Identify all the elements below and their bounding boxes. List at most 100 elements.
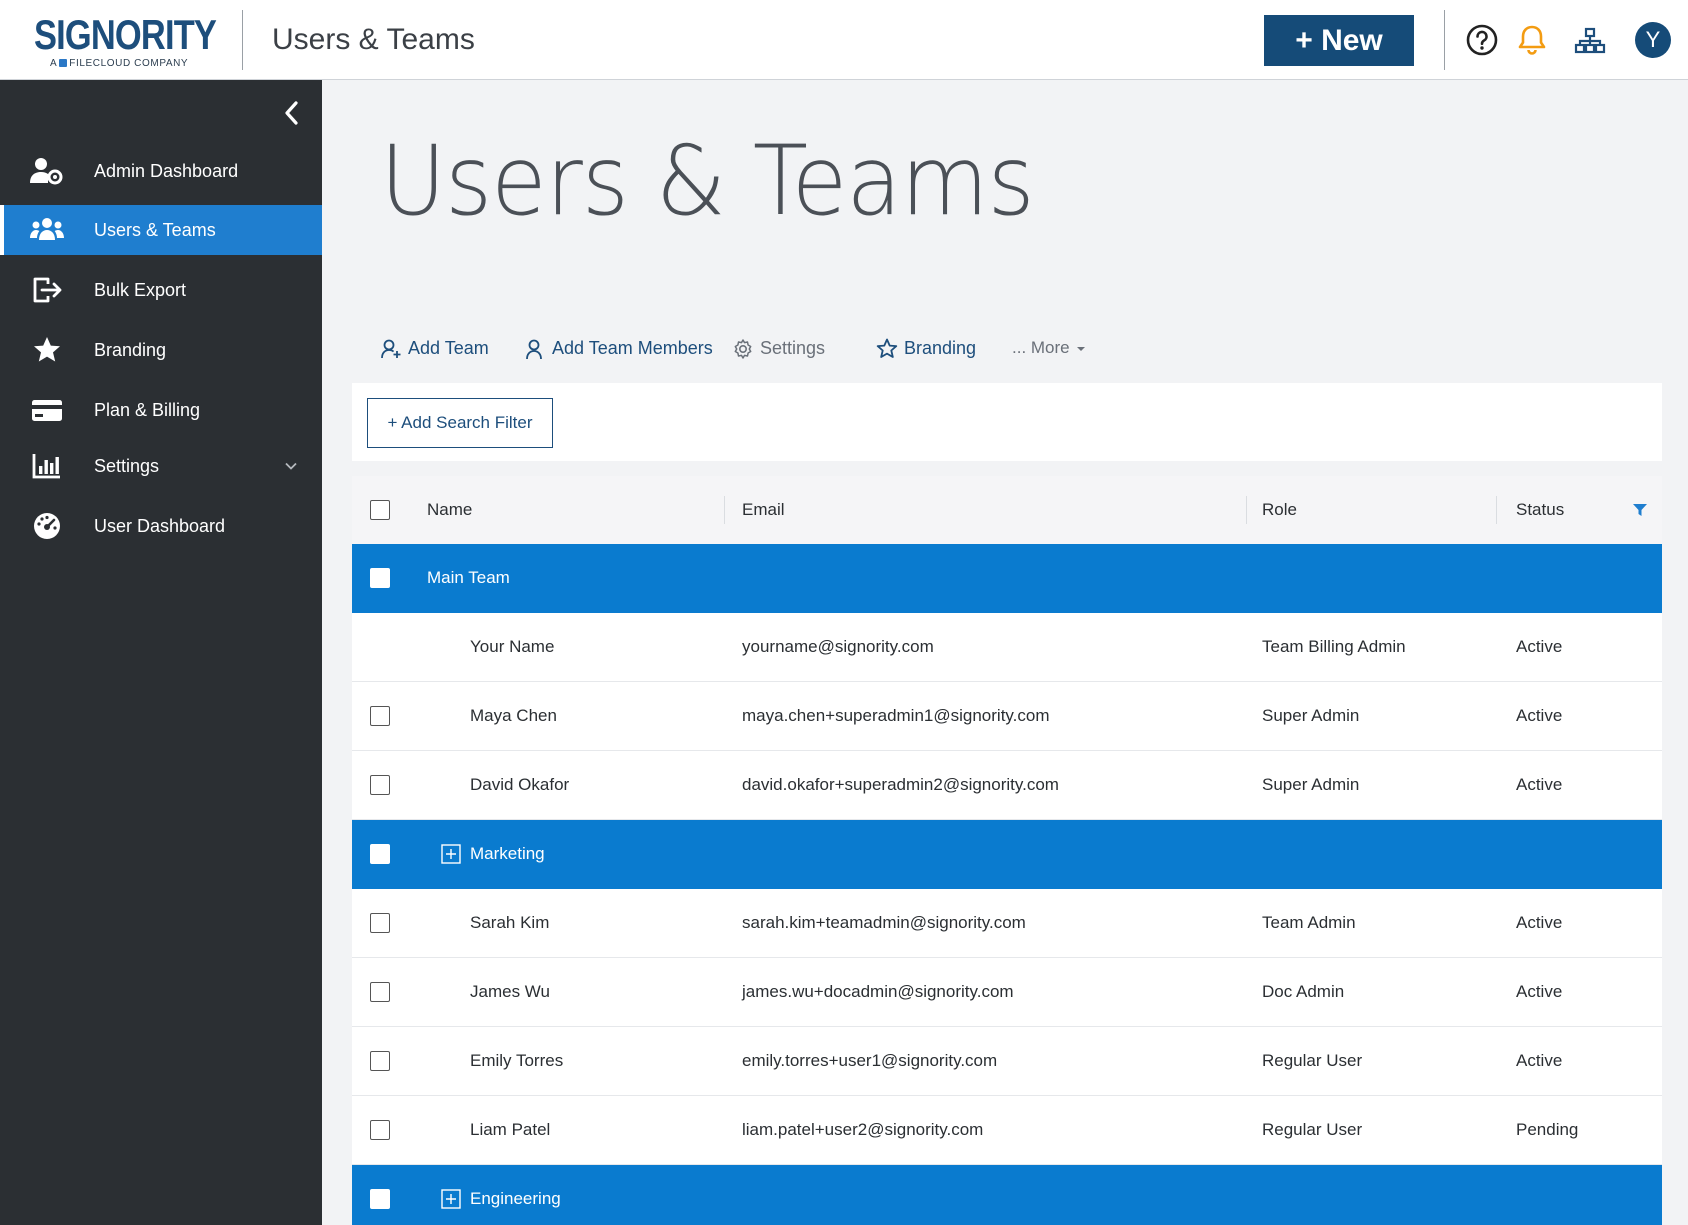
add-team-icon	[381, 339, 401, 359]
row-checkbox[interactable]	[370, 1120, 390, 1140]
column-divider[interactable]	[724, 496, 725, 524]
row-checkbox[interactable]	[370, 706, 390, 726]
row-checkbox[interactable]	[370, 1051, 390, 1071]
user-status: Active	[1516, 775, 1563, 794]
logo-tagline-post: FILECLOUD COMPANY	[69, 58, 189, 69]
user-name: Maya Chen	[470, 706, 557, 725]
sidebar-item-branding[interactable]: Branding	[0, 325, 322, 375]
row-checkbox[interactable]	[370, 913, 390, 933]
table-row[interactable]: Maya Chen maya.chen+superadmin1@signorit…	[352, 682, 1662, 751]
user-role: Regular User	[1262, 1120, 1363, 1139]
gear-icon	[734, 339, 752, 359]
filecloud-mark-icon	[59, 59, 68, 67]
user-email: david.okafor+superadmin2@signority.com	[742, 775, 1059, 794]
team-row[interactable]: Main Team	[352, 544, 1662, 613]
sidebar-item-label: User Dashboard	[94, 516, 226, 536]
user-email: liam.patel+user2@signority.com	[742, 1120, 984, 1139]
user-status: Active	[1516, 1051, 1563, 1070]
user-email: sarah.kim+teamadmin@signority.com	[742, 913, 1026, 932]
user-role: Team Admin	[1262, 913, 1356, 932]
column-divider[interactable]	[1246, 496, 1247, 524]
credit-card-icon	[32, 400, 62, 421]
table-row[interactable]: David Okafor david.okafor+superadmin2@si…	[352, 751, 1662, 820]
user-status: Active	[1516, 637, 1563, 656]
sidebar-item-label: Bulk Export	[94, 280, 187, 300]
sidebar-item-plan-billing[interactable]: Plan & Billing	[0, 385, 322, 435]
column-header-name[interactable]: Name	[427, 476, 472, 544]
row-checkbox[interactable]	[370, 1189, 390, 1209]
expand-plus-icon[interactable]	[441, 1189, 461, 1209]
more-label: ... More	[1012, 338, 1070, 357]
column-header-email[interactable]: Email	[742, 476, 785, 544]
sidebar-item-label: Users & Teams	[94, 220, 216, 240]
branding-label: Branding	[904, 338, 977, 358]
table-row[interactable]: James Wu james.wu+docadmin@signority.com…	[352, 958, 1662, 1027]
users-icon	[30, 218, 64, 240]
sidebar-item-users-teams[interactable]: Users & Teams	[0, 205, 322, 255]
select-all-checkbox[interactable]	[370, 500, 390, 520]
header-title: Users & Teams	[272, 23, 475, 56]
column-divider[interactable]	[1496, 496, 1497, 524]
user-email: emily.torres+user1@signority.com	[742, 1051, 998, 1070]
user-name: Liam Patel	[470, 1120, 551, 1139]
table-row[interactable]: Liam Patel liam.patel+user2@signority.co…	[352, 1096, 1662, 1165]
user-status: Pending	[1516, 1120, 1579, 1139]
expand-plus-icon[interactable]	[441, 844, 461, 864]
settings-label: Settings	[760, 338, 826, 358]
new-button[interactable]: + New	[1264, 15, 1414, 66]
column-header-role[interactable]: Role	[1262, 476, 1297, 544]
sidebar-item-label: Admin Dashboard	[94, 161, 239, 181]
dashboard-gauge-icon	[34, 513, 60, 539]
user-gear-icon	[30, 158, 63, 185]
help-circle-icon[interactable]	[1465, 23, 1499, 57]
logo-wordmark: SIGNORITY	[34, 11, 217, 58]
avatar[interactable]: Y	[1635, 22, 1671, 58]
user-name: David Okafor	[470, 775, 570, 794]
sidebar-item-settings[interactable]: Settings	[0, 441, 322, 491]
user-role: Doc Admin	[1262, 982, 1345, 1001]
export-icon	[33, 277, 62, 303]
user-status: Active	[1516, 913, 1563, 932]
team-row[interactable]: Marketing	[352, 820, 1662, 889]
row-checkbox[interactable]	[370, 775, 390, 795]
team-row[interactable]: Engineering	[352, 1165, 1662, 1225]
table-row[interactable]: Emily Torres emily.torres+user1@signorit…	[352, 1027, 1662, 1096]
row-checkbox[interactable]	[370, 568, 390, 588]
caret-down-icon	[1077, 347, 1085, 351]
user-role: Super Admin	[1262, 775, 1360, 794]
top-header: SIGNORITY A FILECLOUD COMPANY Users & Tea…	[0, 0, 1688, 80]
signority-logo[interactable]: SIGNORITY A FILECLOUD COMPANY	[34, 11, 217, 70]
chevron-down-icon[interactable]	[284, 459, 298, 473]
add-search-filter-button[interactable]: + Add Search Filter	[367, 398, 553, 448]
page-title: Users & Teams	[380, 125, 1035, 237]
user-role: Team Billing Admin	[1262, 637, 1406, 656]
table-row[interactable]: Sarah Kim sarah.kim+teamadmin@signority.…	[352, 889, 1662, 958]
search-filter-panel: + Add Search Filter	[352, 383, 1662, 461]
star-icon	[34, 337, 60, 362]
filter-funnel-icon[interactable]	[1632, 503, 1648, 517]
add-team-members-label: Add Team Members	[552, 338, 713, 358]
sidebar-item-bulk-export[interactable]: Bulk Export	[0, 265, 322, 315]
team-name: Marketing	[470, 844, 545, 863]
row-checkbox[interactable]	[370, 982, 390, 1002]
row-checkbox[interactable]	[370, 844, 390, 864]
star-outline-icon	[876, 338, 898, 358]
sidebar-item-label: Settings	[94, 456, 160, 476]
table-header: Name Email Role Status	[352, 476, 1662, 544]
table-row[interactable]: Your Name yourname@signority.com Team Bi…	[352, 613, 1662, 682]
sidebar-item-label: Branding	[94, 340, 167, 360]
sidebar-item-user-dashboard[interactable]: User Dashboard	[0, 501, 322, 551]
header-divider	[242, 10, 243, 70]
org-chart-icon[interactable]	[1573, 23, 1607, 57]
add-team-label: Add Team	[408, 338, 489, 358]
column-header-status[interactable]: Status	[1516, 476, 1564, 544]
sidebar-item-admin-dashboard[interactable]: Admin Dashboard	[0, 146, 322, 196]
user-role: Super Admin	[1262, 706, 1360, 725]
user-role: Regular User	[1262, 1051, 1363, 1070]
user-name: Emily Torres	[470, 1051, 564, 1070]
logo-tagline-pre: A	[50, 58, 58, 69]
bell-icon[interactable]	[1515, 23, 1549, 57]
user-email: maya.chen+superadmin1@signority.com	[742, 706, 1050, 725]
user-email: james.wu+docadmin@signority.com	[742, 982, 1014, 1001]
collapse-sidebar-chevron-icon[interactable]	[280, 98, 304, 128]
